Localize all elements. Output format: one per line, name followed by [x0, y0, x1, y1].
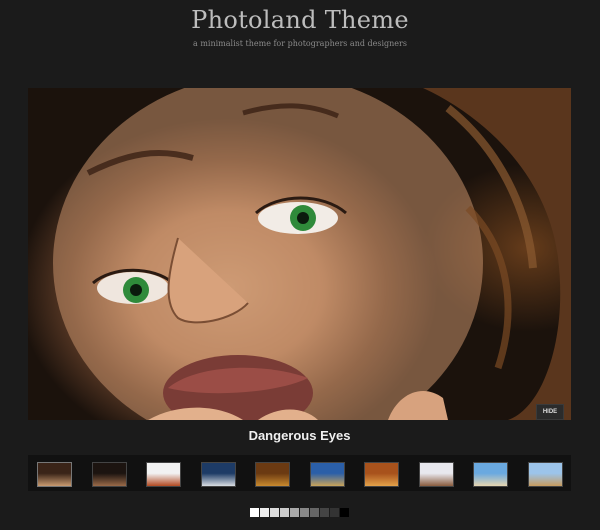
pager-dot-10[interactable] [340, 508, 349, 517]
pager-dot-6[interactable] [300, 508, 309, 517]
slide-caption: Dangerous Eyes [248, 428, 351, 443]
thumbnail-sky-and-sand[interactable] [473, 462, 508, 487]
thumbnail-orange-canyon[interactable] [364, 462, 399, 487]
thumbnail-autumn-field[interactable] [255, 462, 290, 487]
pager-dot-8[interactable] [320, 508, 329, 517]
thumbnail-blue-lake-landscape[interactable] [200, 462, 236, 487]
hide-button[interactable]: HIDE [536, 404, 564, 420]
portrait-illustration [53, 88, 571, 420]
pager-dot-4[interactable] [280, 508, 289, 517]
caption-bar: Dangerous Eyes [28, 420, 571, 454]
thumbnail-blue-sky-hills[interactable] [309, 462, 345, 487]
thumbnail-pyramids[interactable] [527, 462, 563, 487]
pager-dot-1[interactable] [250, 508, 259, 517]
thumbnail-flower-on-white[interactable] [146, 462, 181, 487]
thumbnail-people-on-rocks[interactable] [418, 462, 454, 487]
site-tagline: a minimalist theme for photographers and… [193, 39, 407, 48]
thumbnail-portrait-closeup[interactable] [37, 462, 72, 487]
pager-dot-2[interactable] [260, 508, 269, 517]
pager-dot-7[interactable] [310, 508, 319, 517]
thumbnail-strip [28, 455, 571, 491]
thumbnail-reclining-figure[interactable] [91, 462, 127, 487]
pager-dot-5[interactable] [290, 508, 299, 517]
pager-dot-3[interactable] [270, 508, 279, 517]
pager-dot-9[interactable] [330, 508, 339, 517]
site-header: Photoland Theme a minimalist theme for p… [0, 0, 600, 70]
slideshow: HIDE Dangerous Eyes [28, 88, 571, 454]
pager [250, 508, 350, 518]
featured-photo[interactable] [28, 88, 571, 420]
site-title[interactable]: Photoland Theme [0, 6, 600, 34]
